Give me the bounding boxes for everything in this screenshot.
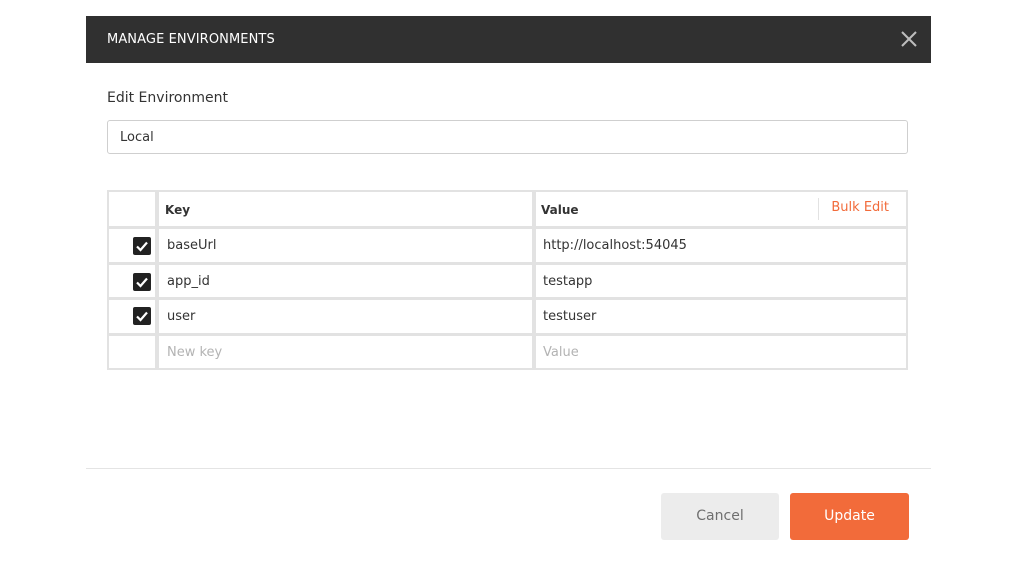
cancel-button[interactable]: Cancel	[661, 493, 779, 540]
header-value-cell: Value Bulk Edit	[536, 192, 906, 226]
table-header-row: Key Value Bulk Edit	[109, 192, 906, 226]
value-cell[interactable]: http://localhost:54045	[536, 229, 906, 262]
value-text: http://localhost:54045	[543, 238, 687, 253]
enabled-checkbox[interactable]	[133, 307, 151, 325]
close-button[interactable]	[896, 26, 922, 52]
modal-title: MANAGE ENVIRONMENTS	[107, 32, 275, 47]
enabled-checkbox[interactable]	[133, 273, 151, 291]
checkmark-icon	[136, 241, 148, 252]
value-cell[interactable]: testuser	[536, 300, 906, 333]
footer-divider	[86, 468, 931, 469]
update-button[interactable]: Update	[790, 493, 909, 540]
modal-header: MANAGE ENVIRONMENTS	[86, 16, 931, 63]
key-cell[interactable]: app_id	[159, 265, 532, 297]
empty-check-cell	[109, 336, 155, 368]
value-column-header: Value	[541, 203, 579, 217]
variables-table: Key Value Bulk Edit baseUrl http://local…	[107, 190, 908, 370]
value-cell[interactable]: testapp	[536, 265, 906, 297]
table-row: app_id testapp	[109, 265, 906, 297]
header-check-cell	[109, 192, 155, 226]
edit-environment-label: Edit Environment	[107, 90, 228, 106]
value-text: testapp	[543, 274, 593, 289]
key-text: user	[167, 309, 196, 324]
bulk-edit-link[interactable]: Bulk Edit	[818, 198, 906, 220]
new-key-input[interactable]	[159, 336, 532, 368]
page: MANAGE ENVIRONMENTS Edit Environment Key…	[0, 0, 1024, 576]
new-value-input[interactable]	[536, 336, 906, 368]
key-text: app_id	[167, 274, 210, 289]
key-column-header: Key	[165, 203, 191, 217]
table-row: user testuser	[109, 300, 906, 333]
table-row: baseUrl http://localhost:54045	[109, 229, 906, 262]
checkmark-icon	[136, 311, 148, 322]
key-cell[interactable]: user	[159, 300, 532, 333]
environment-name-input[interactable]	[107, 120, 908, 154]
value-text: testuser	[543, 309, 597, 324]
checkmark-icon	[136, 277, 148, 288]
key-text: baseUrl	[167, 238, 217, 253]
close-icon	[901, 31, 917, 47]
header-key-cell: Key	[159, 192, 532, 226]
manage-environments-modal: MANAGE ENVIRONMENTS Edit Environment Key…	[86, 16, 931, 576]
new-variable-row	[109, 336, 906, 368]
enabled-checkbox[interactable]	[133, 237, 151, 255]
key-cell[interactable]: baseUrl	[159, 229, 532, 262]
